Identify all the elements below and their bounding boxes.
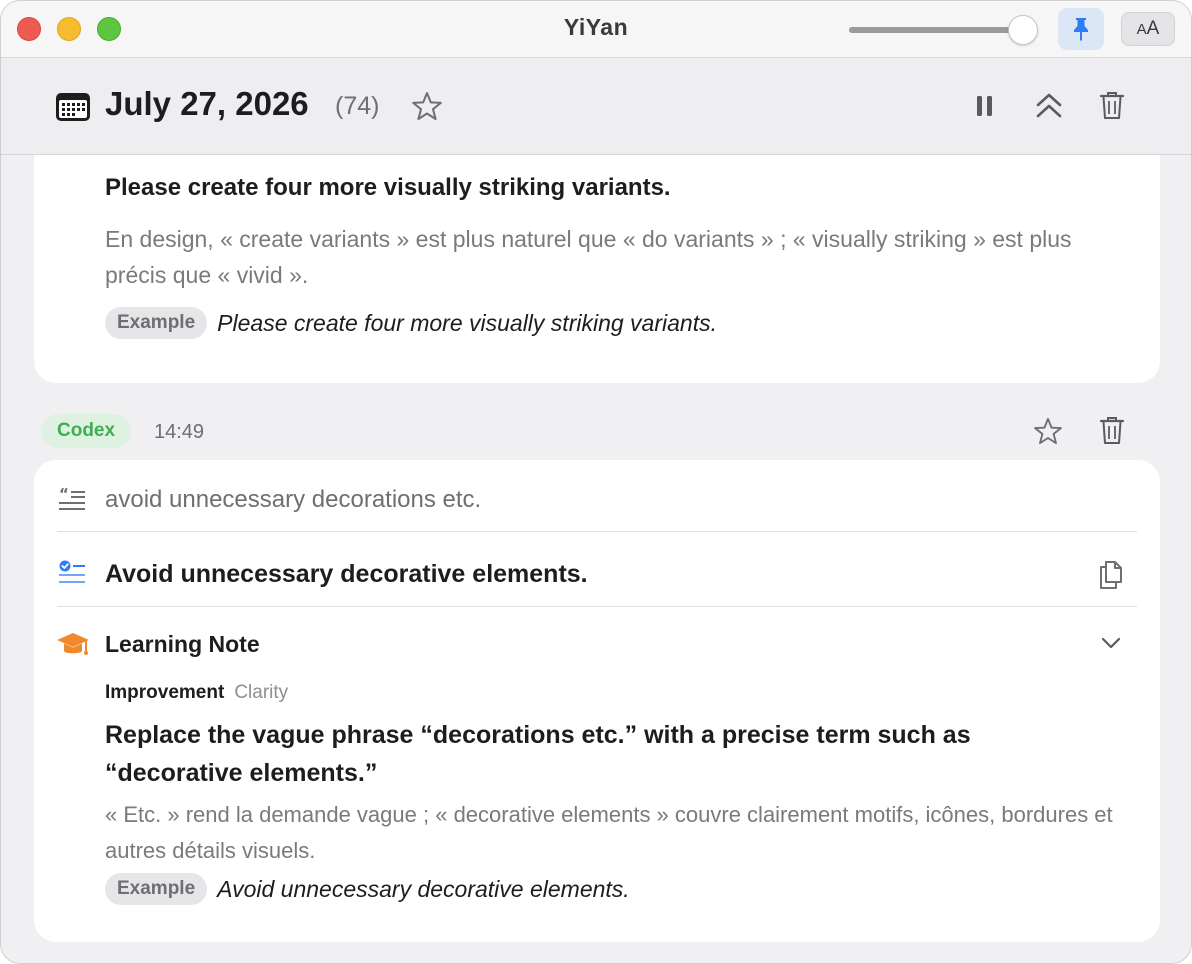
learning-note-title[interactable]: Learning Note: [105, 631, 260, 658]
example-badge: Example: [105, 307, 208, 339]
corrected-sentence: Please create four more visually strikin…: [105, 174, 671, 201]
entry-card: Please create four more visually strikin…: [34, 125, 1160, 383]
divider: [57, 531, 1137, 532]
pin-icon: [1074, 18, 1088, 41]
pin-button[interactable]: [1058, 8, 1104, 50]
corrected-sentence: Avoid unnecessary decorative elements.: [105, 560, 588, 588]
trash-icon[interactable]: [1099, 416, 1125, 446]
entry-card: “ avoid unnecessary decorations etc. Avo…: [34, 460, 1160, 942]
entry-time: 14:49: [154, 421, 205, 443]
explanation-text: En design, « create variants » est plus …: [105, 226, 1072, 288]
entry-count: (74): [335, 92, 380, 120]
calendar-icon: [56, 93, 90, 121]
example-text: Avoid unnecessary decorative elements.: [217, 875, 630, 902]
divider: [57, 606, 1137, 607]
star-icon[interactable]: [411, 91, 443, 121]
font-label-large: A: [1146, 18, 1160, 39]
note-category: Improvement Clarity: [105, 682, 288, 704]
trash-icon[interactable]: [1099, 91, 1125, 121]
quote-icon: “: [59, 487, 85, 510]
example-row: Example Please create four more visually…: [105, 307, 717, 339]
note-category-label: Improvement: [105, 682, 225, 703]
entries-list[interactable]: Please create four more visually strikin…: [1, 125, 1191, 963]
note-subcategory: Clarity: [234, 682, 289, 703]
opacity-slider[interactable]: [849, 15, 1045, 45]
entry-meta: Codex 14:49: [1, 414, 1191, 450]
slider-fill: [849, 27, 1011, 33]
source-badge: Codex: [41, 414, 132, 448]
original-text: avoid unnecessary decorations etc.: [105, 486, 482, 513]
app-window: YiYan AA July 27, 2026 (74) Please creat…: [0, 0, 1192, 964]
note-heading: Replace the vague phrase “decorations et…: [105, 721, 971, 787]
example-text: Please create four more visually strikin…: [217, 309, 717, 336]
svg-text:“: “: [59, 487, 69, 503]
note-explanation: « Etc. » rend la demande vague ; « decor…: [105, 802, 1113, 863]
slider-knob[interactable]: [1008, 15, 1038, 45]
chevron-double-up-icon[interactable]: [1035, 91, 1063, 121]
title-bar: YiYan AA: [1, 1, 1191, 58]
pause-icon[interactable]: [975, 94, 995, 118]
example-badge: Example: [105, 873, 208, 905]
checklist-icon: [59, 560, 85, 583]
font-size-button[interactable]: AA: [1121, 12, 1175, 46]
chevron-down-icon[interactable]: [1101, 636, 1121, 650]
day-header: July 27, 2026 (74): [1, 58, 1191, 155]
page-title: July 27, 2026: [105, 85, 309, 122]
example-row: Example Avoid unnecessary decorative ele…: [105, 873, 630, 905]
copy-icon[interactable]: [1097, 558, 1125, 590]
graduation-cap-icon: [57, 633, 89, 655]
font-label-small: A: [1136, 20, 1147, 38]
star-icon[interactable]: [1033, 417, 1063, 445]
